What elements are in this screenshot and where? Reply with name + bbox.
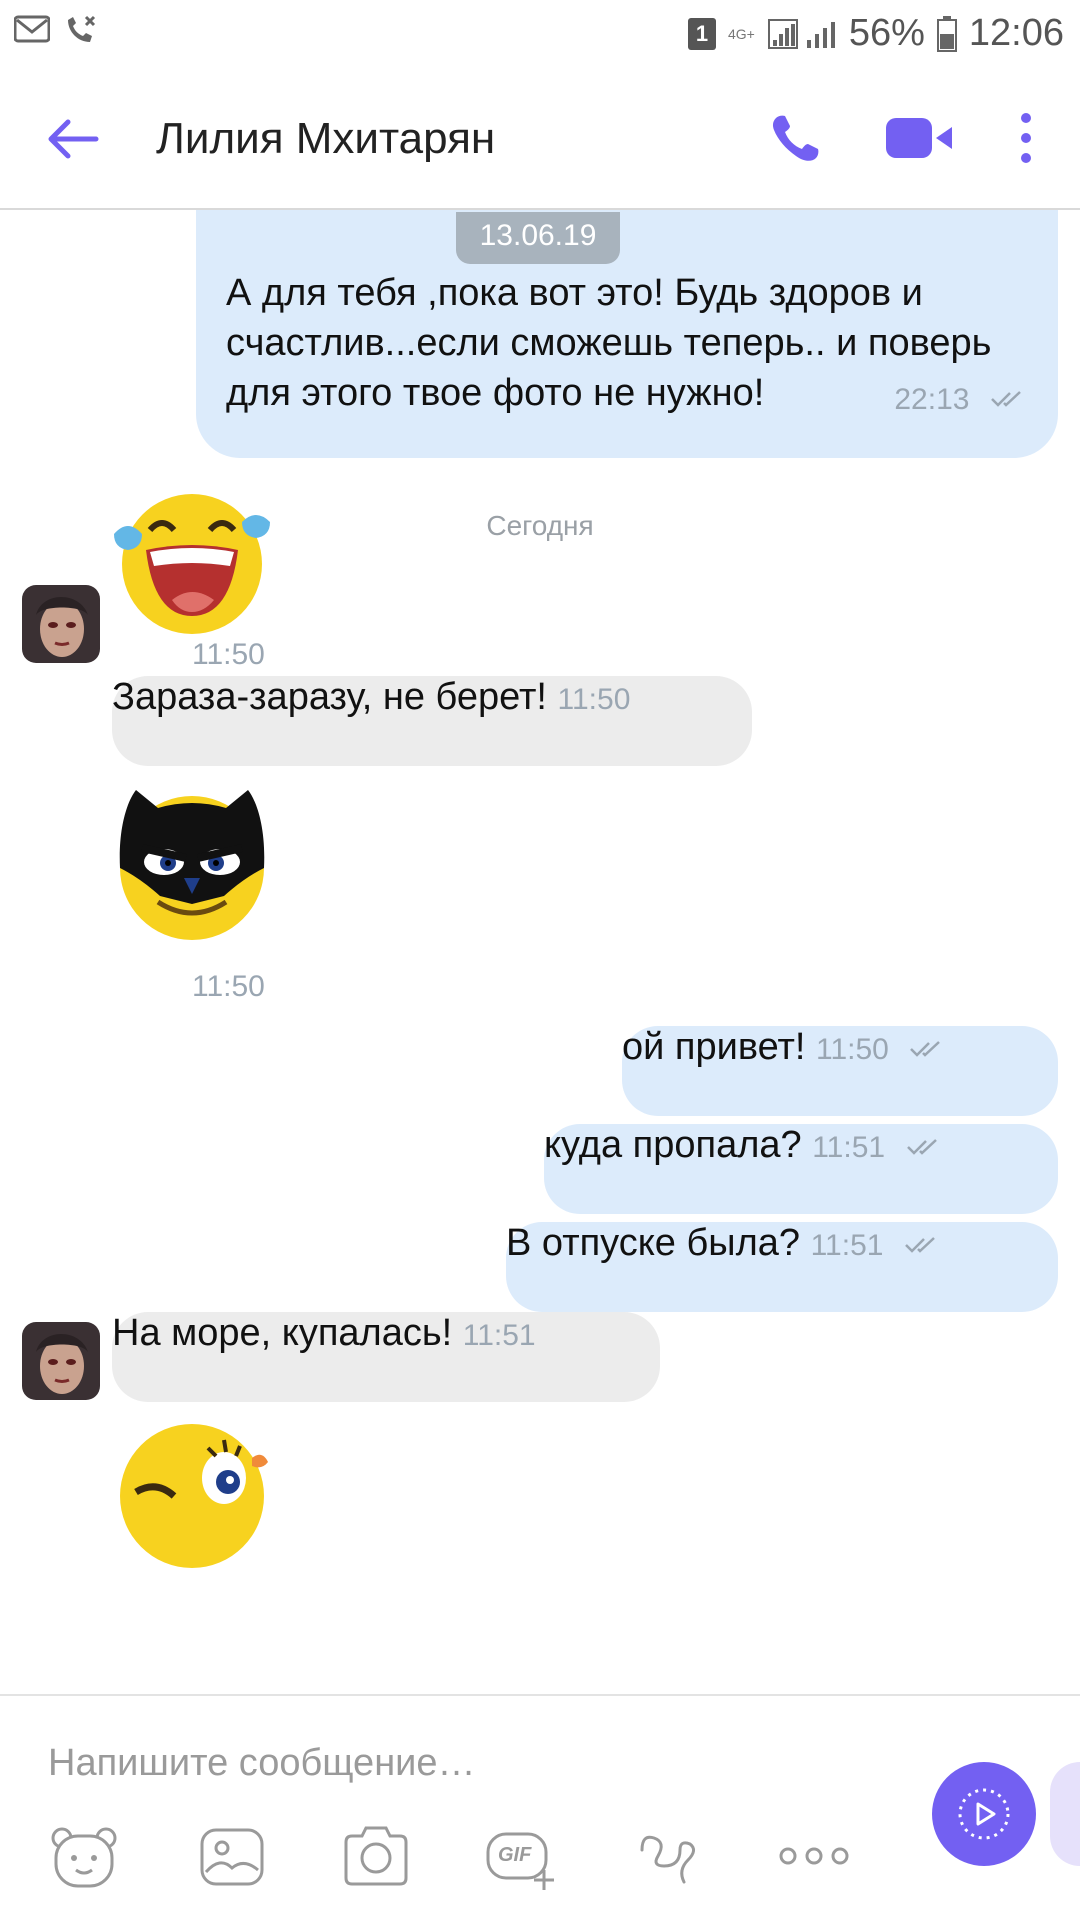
- message-composer: GIF: [0, 1694, 1080, 1922]
- message-bubble-outgoing[interactable]: А для тебя ,пока вот это! Будь здоров и …: [196, 210, 1058, 458]
- status-left-icons: [14, 14, 98, 44]
- sticker-button[interactable]: [48, 1820, 120, 1892]
- status-right: 1 4G+ 56% 12:06: [687, 12, 1064, 55]
- more-options-button[interactable]: [1012, 110, 1040, 166]
- message-meta: 11:50: [816, 1026, 943, 1068]
- sticker-winking[interactable]: [112, 1410, 272, 1575]
- message-text: На море, купалась!: [112, 1312, 453, 1354]
- doodle-icon: [640, 1835, 695, 1884]
- status-bar: 1 4G+ 56% 12:06: [0, 0, 1080, 70]
- message-text: В отпуске была?: [506, 1222, 801, 1264]
- avatar[interactable]: [22, 585, 100, 663]
- doodle-button[interactable]: [632, 1820, 704, 1892]
- video-call-button[interactable]: [886, 118, 954, 158]
- winking-emoji: [120, 1424, 268, 1568]
- message-bubble-outgoing[interactable]: ой привет! 11:50: [622, 1026, 1058, 1116]
- sticker-laughing[interactable]: [112, 488, 272, 643]
- message-meta: 22:13: [894, 376, 1024, 419]
- message-time: 11:50: [557, 683, 631, 716]
- sticker-time: 11:50: [192, 970, 265, 1003]
- more-tools-button[interactable]: [778, 1820, 850, 1892]
- voice-call-button[interactable]: [768, 110, 824, 166]
- play-circle-dotted-icon: [958, 1788, 1010, 1840]
- camera-button[interactable]: [340, 1820, 412, 1892]
- message-time: 22:13: [894, 383, 970, 416]
- delivered-checks-icon: [991, 391, 1021, 407]
- gif-button[interactable]: GIF: [484, 1820, 556, 1892]
- camera-icon: [344, 1826, 408, 1886]
- batman-emoji: [119, 790, 265, 940]
- gmail-icon: [14, 15, 50, 43]
- voice-video-message-button[interactable]: [932, 1762, 1036, 1866]
- gallery-icon: [200, 1828, 264, 1886]
- message-bubble-incoming[interactable]: На море, купалась! 11:51: [112, 1312, 660, 1402]
- message-text: Зараза-заразу, не берет!: [112, 676, 547, 718]
- avatar[interactable]: [22, 1322, 100, 1400]
- message-input[interactable]: [46, 1732, 850, 1794]
- battery-icon: [936, 15, 957, 52]
- message-bubble-outgoing[interactable]: В отпуске была? 11:51: [506, 1222, 1058, 1312]
- phone-icon: [772, 115, 819, 161]
- message-time: 11:51: [810, 1229, 884, 1262]
- sticker-batman[interactable]: [114, 786, 270, 947]
- laughing-tears-emoji: [114, 494, 270, 634]
- gif-label: GIF: [498, 1844, 532, 1866]
- message-time: 11:51: [462, 1319, 536, 1352]
- back-button[interactable]: [42, 114, 102, 164]
- message-list[interactable]: А для тебя ,пока вот это! Будь здоров и …: [0, 210, 1080, 1690]
- gallery-button[interactable]: [196, 1820, 268, 1892]
- secondary-action-button[interactable]: [1050, 1762, 1080, 1866]
- message-bubble-outgoing[interactable]: куда пропала? 11:51: [544, 1124, 1058, 1214]
- sim-slot-badge: 1: [687, 17, 716, 50]
- message-text: ой привет!: [622, 1026, 806, 1068]
- sticker-time: 11:50: [192, 638, 265, 671]
- battery-percent: 56%: [848, 12, 925, 54]
- delivered-checks-icon: [905, 1237, 935, 1253]
- video-call-icon: [886, 118, 952, 158]
- contact-photo: [22, 585, 100, 663]
- message-bubble-incoming[interactable]: Зараза-заразу, не берет! 11:50: [112, 676, 752, 766]
- missed-call-icon: [68, 15, 96, 42]
- message-meta: 11:51: [812, 1124, 939, 1166]
- date-chip: 13.06.19: [456, 212, 620, 264]
- sticker-bear-icon: [51, 1827, 117, 1888]
- network-type: 4G+: [727, 25, 755, 42]
- back-arrow-icon: [48, 119, 99, 159]
- message-text: куда пропала?: [544, 1124, 802, 1166]
- delivered-checks-icon: [910, 1041, 941, 1057]
- message-time: 11:51: [812, 1131, 886, 1164]
- delivered-checks-icon: [906, 1139, 937, 1155]
- contact-name[interactable]: Лилия Мхитарян: [156, 114, 495, 164]
- message-time: 11:50: [816, 1033, 889, 1066]
- more-vertical-icon: [1021, 113, 1031, 163]
- contact-photo: [22, 1322, 100, 1400]
- more-horizontal-icon: [779, 1847, 849, 1865]
- chat-header: Лилия Мхитарян: [0, 70, 1080, 210]
- message-meta: 11:51: [811, 1222, 938, 1264]
- clock: 12:06: [968, 12, 1064, 54]
- signal-icon: [767, 18, 835, 49]
